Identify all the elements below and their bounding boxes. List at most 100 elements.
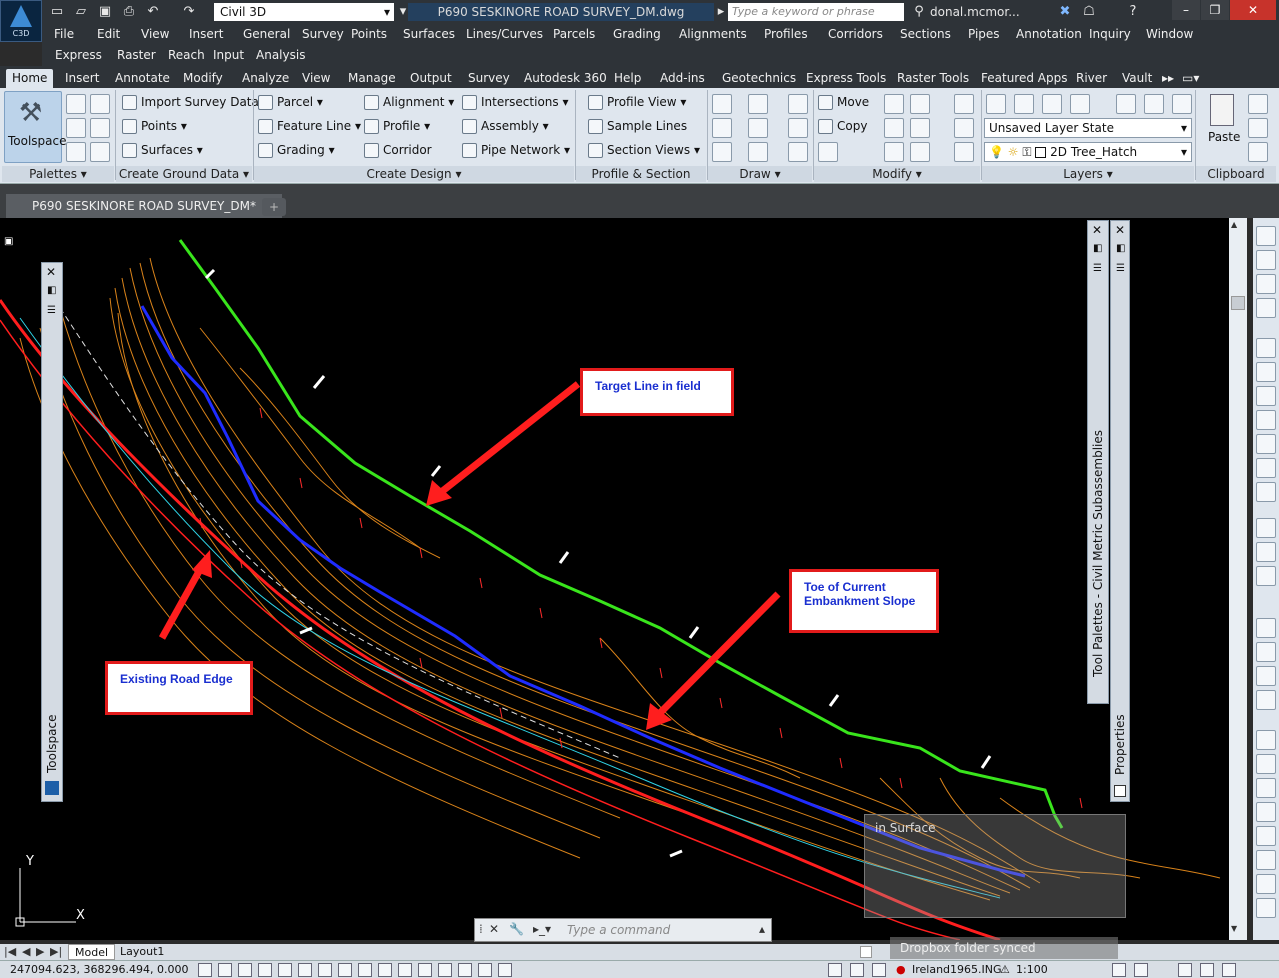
auto-hide-icon[interactable]: ◧ <box>47 285 56 296</box>
match-properties-icon[interactable] <box>1248 142 1268 162</box>
panel-palettes[interactable]: Palettes ▾ <box>2 166 114 182</box>
tab-model[interactable]: Model <box>68 944 116 960</box>
deflection-icon[interactable] <box>1256 298 1276 318</box>
tab-manage[interactable]: Manage <box>348 69 396 88</box>
properties-icon[interactable] <box>66 142 86 162</box>
drawing-canvas[interactable]: Y X Target Line in field Toe of Current … <box>0 218 1247 940</box>
corridor-button[interactable]: Corridor <box>364 143 432 158</box>
transparency-icon[interactable] <box>418 963 432 977</box>
tab-modify[interactable]: Modify <box>183 69 223 88</box>
object-snap-icon[interactable] <box>298 963 312 977</box>
coordinates-readout[interactable]: 247094.623, 368296.494, 0.000 <box>10 963 188 976</box>
profile-button[interactable]: Profile ▾ <box>364 119 430 134</box>
command-grip-icon[interactable]: ⁞ <box>479 922 483 936</box>
layer-select[interactable]: 💡 ☼ ⚿ 2D Tree_Hatch ▾ <box>984 142 1192 162</box>
command-line[interactable]: ⁞ ✕ 🔧 ▸_▾ Type a command ▴ <box>474 918 772 942</box>
menu-lines-curves[interactable]: Lines/Curves <box>466 27 543 41</box>
ribbon-minimize-icon[interactable]: ▭▾ <box>1182 69 1199 88</box>
document-tab[interactable]: P690 SESKINORE ROAD SURVEY_DM*✕ <box>6 194 282 218</box>
lat-long-icon[interactable] <box>1256 434 1276 454</box>
intersections-button[interactable]: Intersections ▾ <box>462 95 568 110</box>
menu-sections[interactable]: Sections <box>900 27 951 41</box>
panel-profile-section-views[interactable]: Profile & Section Views <box>576 166 706 197</box>
station-offset-icon[interactable] <box>1256 518 1276 538</box>
help-icon[interactable]: ? <box>1124 3 1142 21</box>
ortho-mode-icon[interactable] <box>258 963 272 977</box>
station-elevation-icon[interactable] <box>1256 566 1276 586</box>
minimize-button[interactable]: – <box>1172 0 1200 20</box>
search-input[interactable]: Type a keyword or phrase <box>728 3 904 21</box>
palette-properties-icon[interactable]: ☰ <box>47 305 56 316</box>
tab-autodesk-360[interactable]: Autodesk 360 <box>524 69 607 88</box>
tab-analyze[interactable]: Analyze <box>242 69 289 88</box>
array-icon[interactable] <box>910 142 930 162</box>
polar-tracking-icon[interactable] <box>278 963 292 977</box>
layer-properties-icon[interactable] <box>986 94 1006 114</box>
first-layout-icon[interactable]: |◀ <box>4 945 16 958</box>
ellipse-icon[interactable] <box>748 142 768 162</box>
sample-lines-button[interactable]: Sample Lines <box>588 119 687 134</box>
menu-grading[interactable]: Grading <box>613 27 661 41</box>
menu-pipes[interactable]: Pipes <box>968 27 1000 41</box>
model-space-icon[interactable] <box>498 963 512 977</box>
erase-icon[interactable] <box>954 94 974 114</box>
tab-geotechnics[interactable]: Geotechnics <box>722 69 796 88</box>
pan-status-icon[interactable] <box>872 963 886 977</box>
tab-vault[interactable]: Vault <box>1122 69 1152 88</box>
isolate-objects-icon[interactable] <box>1200 963 1214 977</box>
tab-add-ins[interactable]: Add-ins <box>660 69 705 88</box>
import-survey-data-button[interactable]: Import Survey Data <box>122 95 259 110</box>
scroll-up-icon[interactable]: ▲ <box>1231 220 1245 232</box>
snap-mode-icon[interactable] <box>218 963 232 977</box>
tool-palettes-icon[interactable] <box>90 142 110 162</box>
tab-river[interactable]: River <box>1076 69 1107 88</box>
close-icon[interactable]: ✕ <box>1092 223 1102 237</box>
paste-button[interactable]: Paste <box>1206 92 1240 162</box>
tab-home[interactable]: Home <box>6 69 54 88</box>
panel-modify[interactable]: Modify ▾ <box>814 166 980 182</box>
quick-view-drawings-icon[interactable] <box>850 963 864 977</box>
menu-inquiry[interactable]: Inquiry <box>1089 27 1131 41</box>
surfaces-button[interactable]: Surfaces ▾ <box>122 143 203 158</box>
prev-layout-icon[interactable]: ◀ <box>22 945 30 958</box>
menu-analysis[interactable]: Analysis <box>256 48 305 62</box>
menu-alignments[interactable]: Alignments <box>679 27 747 41</box>
bearing-distance-icon[interactable] <box>1256 250 1276 270</box>
transparent-command-icon[interactable] <box>1256 226 1276 246</box>
settings-icon[interactable] <box>90 94 110 114</box>
globe-icon[interactable] <box>1256 338 1276 358</box>
menu-insert[interactable]: Insert <box>189 27 223 41</box>
quick-view-layouts-icon[interactable] <box>828 963 842 977</box>
grid-display-icon[interactable] <box>238 963 252 977</box>
customize-icon[interactable]: 🔧 <box>509 922 524 936</box>
layer-match-icon[interactable] <box>1116 94 1136 114</box>
horizontal-scroll-thumb[interactable] <box>860 946 872 958</box>
zoom-point-icon[interactable] <box>1256 458 1276 478</box>
northing-easting-icon[interactable] <box>1256 386 1276 406</box>
menu-surfaces[interactable]: Surfaces <box>403 27 455 41</box>
open-icon[interactable]: ▱ <box>72 3 90 21</box>
zoom-extents-icon[interactable] <box>1256 874 1276 894</box>
close-icon[interactable]: ✕ <box>489 922 499 936</box>
tab-annotate[interactable]: Annotate <box>115 69 170 88</box>
palette-properties-icon[interactable]: ☰ <box>1116 263 1125 274</box>
feature-line-button[interactable]: Feature Line ▾ <box>258 119 361 134</box>
toolspace-button[interactable]: ⚒ Toolspace <box>4 91 67 163</box>
command-prompt-icon[interactable]: ▸_▾ <box>533 922 551 936</box>
annotation-scale[interactable]: 1:100 <box>1016 963 1048 976</box>
section-views-button[interactable]: Section Views ▾ <box>588 143 700 158</box>
menu-profiles[interactable]: Profiles <box>764 27 808 41</box>
rotate-arc-icon[interactable] <box>788 94 808 114</box>
undo-icon[interactable]: ↶ <box>144 3 162 21</box>
side-shot-icon[interactable] <box>1256 482 1276 502</box>
points-button[interactable]: Points ▾ <box>122 119 187 134</box>
annotation-monitor-icon[interactable] <box>478 963 492 977</box>
menu-window[interactable]: Window <box>1146 27 1193 41</box>
circle-icon[interactable] <box>748 118 768 138</box>
a360-icon[interactable]: ☖ <box>1080 3 1098 21</box>
menu-express[interactable]: Express <box>55 48 102 62</box>
mirror-icon[interactable] <box>884 118 904 138</box>
command-input[interactable]: Type a command <box>567 923 670 937</box>
tab-raster-tools[interactable]: Raster Tools <box>897 69 969 88</box>
panel-create-design[interactable]: Create Design ▾ <box>254 166 574 182</box>
